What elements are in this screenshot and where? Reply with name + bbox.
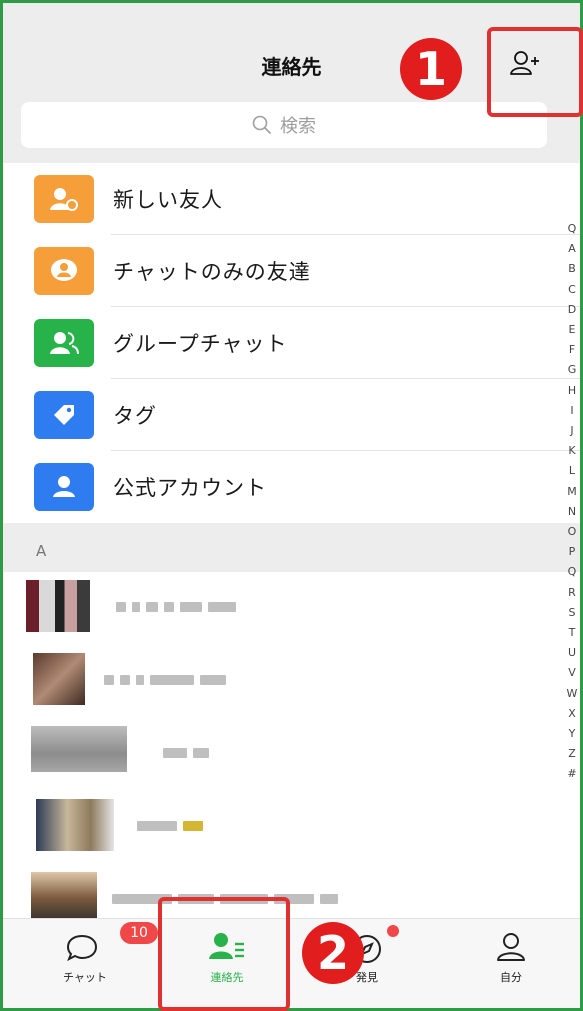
contact-row[interactable] — [3, 572, 580, 645]
index-letter[interactable]: X — [563, 704, 580, 724]
index-letter[interactable]: W — [563, 684, 580, 704]
section-header: A — [3, 530, 580, 572]
index-letter[interactable]: C — [563, 280, 580, 300]
index-letter[interactable]: Y — [563, 724, 580, 744]
index-letter[interactable]: T — [563, 623, 580, 643]
menu-item-new-friends[interactable]: 新しい友人 — [3, 163, 580, 235]
tab-label: チャット — [63, 971, 107, 984]
avatar — [31, 872, 97, 918]
menu-item-label: グループチャット — [113, 332, 288, 356]
menu-item-official-accounts[interactable]: 公式アカウント — [3, 451, 580, 523]
tab-me[interactable]: 自分 — [451, 919, 571, 1008]
index-letter[interactable]: V — [563, 663, 580, 683]
tab-chat[interactable]: 10 チャット — [25, 919, 158, 1008]
tag-icon — [34, 391, 94, 439]
blurred-name — [137, 821, 203, 833]
index-letter[interactable]: B — [563, 259, 580, 279]
blurred-name — [163, 748, 209, 760]
tab-label: 自分 — [500, 971, 522, 984]
avatar — [33, 653, 85, 705]
chat-only-friend-icon — [34, 247, 94, 295]
search-icon — [252, 115, 272, 135]
index-letter[interactable]: I — [563, 401, 580, 421]
search-input[interactable]: 検索 — [21, 102, 547, 148]
index-letter[interactable]: M — [563, 482, 580, 502]
menu-item-label: チャットのみの友達 — [113, 260, 311, 284]
tab-bar: 10 チャット 連絡先 発見 自分 — [3, 918, 580, 1008]
index-letter[interactable]: L — [563, 461, 580, 481]
index-letter[interactable]: Q — [563, 562, 580, 582]
index-letter[interactable]: H — [563, 381, 580, 401]
menu-item-tags[interactable]: タグ — [3, 379, 580, 451]
group-chat-icon — [34, 319, 94, 367]
avatar — [26, 580, 90, 632]
step-2-marker: 2 — [302, 922, 364, 984]
new-friend-icon — [34, 175, 94, 223]
index-letter[interactable]: A — [563, 239, 580, 259]
menu-item-label: 公式アカウント — [113, 476, 267, 500]
index-letter[interactable]: N — [563, 502, 580, 522]
index-letter[interactable]: # — [563, 764, 580, 784]
contact-list — [3, 572, 580, 918]
person-icon — [497, 933, 525, 961]
step-1-marker: 1 — [400, 38, 462, 100]
avatar — [31, 726, 127, 772]
index-letter[interactable]: F — [563, 340, 580, 360]
index-letter[interactable]: R — [563, 583, 580, 603]
index-letter[interactable]: P — [563, 542, 580, 562]
menu-item-chat-only-friends[interactable]: チャットのみの友達 — [3, 235, 580, 307]
index-letter[interactable]: U — [563, 643, 580, 663]
contact-row[interactable] — [3, 645, 580, 718]
blurred-name — [116, 602, 236, 614]
alphabet-index[interactable]: Q A B C D E F G H I J K L M N O P Q R S T U V W X Y Z # — [563, 219, 580, 785]
app-screen: 連絡先 検索 新しい友人 チャットのみの友達 グループチャット タグ 公式アカウ… — [0, 0, 583, 1011]
contact-row[interactable] — [3, 864, 580, 918]
index-letter[interactable]: S — [563, 603, 580, 623]
official-account-icon — [34, 463, 94, 511]
contact-row[interactable] — [3, 791, 580, 864]
contact-row[interactable] — [3, 718, 580, 791]
chat-bubble-icon — [66, 934, 98, 962]
index-letter[interactable]: Q — [563, 219, 580, 239]
contacts-menu: 新しい友人 チャットのみの友達 グループチャット タグ 公式アカウント — [3, 163, 580, 523]
menu-item-label: 新しい友人 — [113, 188, 223, 212]
highlight-contacts-tab — [158, 897, 290, 1011]
index-letter[interactable]: K — [563, 441, 580, 461]
unread-badge: 10 — [120, 922, 158, 944]
avatar — [36, 799, 114, 851]
notification-dot — [387, 925, 399, 937]
index-letter[interactable]: Z — [563, 744, 580, 764]
index-letter[interactable]: J — [563, 421, 580, 441]
section-letter: A — [36, 542, 47, 560]
menu-item-label: タグ — [113, 404, 157, 428]
highlight-add-contact — [487, 27, 583, 117]
blurred-name — [104, 675, 226, 687]
search-placeholder: 検索 — [280, 116, 316, 137]
menu-item-group-chat[interactable]: グループチャット — [3, 307, 580, 379]
index-letter[interactable]: D — [563, 300, 580, 320]
index-letter[interactable]: G — [563, 360, 580, 380]
index-letter[interactable]: E — [563, 320, 580, 340]
index-letter[interactable]: O — [563, 522, 580, 542]
